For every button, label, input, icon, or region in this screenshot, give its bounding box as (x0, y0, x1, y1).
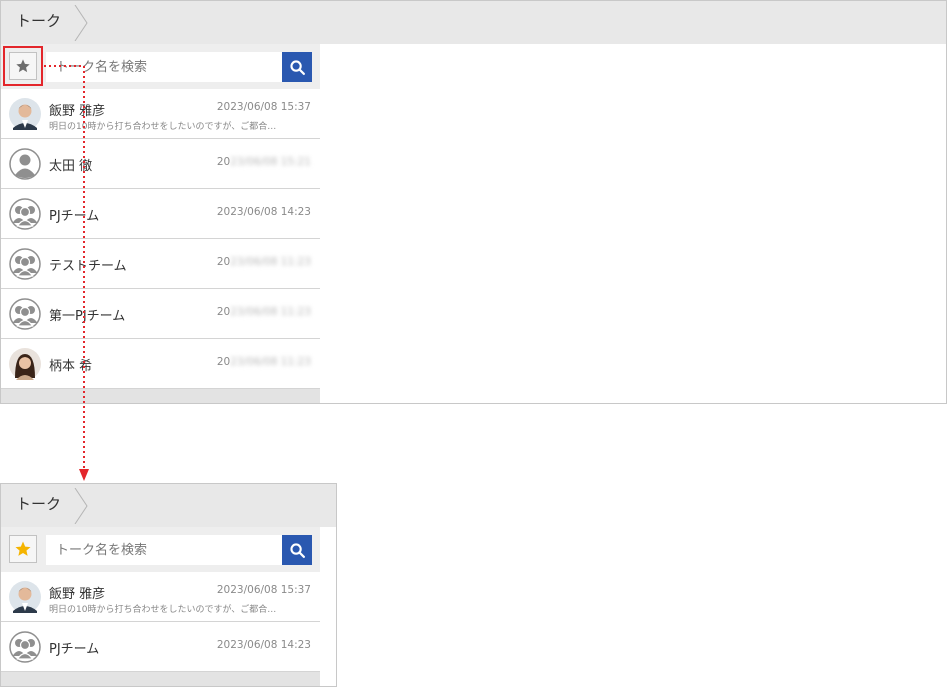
talk-list: 飯野 雅彦 2023/06/08 15:37 明日の10時から打ち合わせをしたい… (1, 89, 320, 389)
talk-window-after: トーク トーク名を検索 飯野 雅彦 2023/06/08 15:37 明日の10… (0, 483, 337, 687)
talk-item[interactable]: 飯野 雅彦 2023/06/08 15:37 明日の10時から打ち合わせをしたい… (1, 89, 320, 139)
talk-preview: 明日の10時から打ち合わせをしたいのですが、ご都合… (49, 122, 277, 132)
talk-date: 2023/06/08 14:23 (216, 639, 311, 651)
search-button[interactable] (282, 535, 312, 565)
talk-date: 2023/06/08 14:23 (216, 206, 311, 218)
talk-name: PJチーム (49, 642, 100, 657)
talk-date: 2023/06/08 11:23 (216, 306, 311, 318)
talk-window-before: トーク トーク名を検索 飯野 雅彦 2023/06/08 15:37 明日の10… (0, 0, 947, 404)
talk-name: 太田 徹 (49, 159, 93, 174)
talk-item[interactable]: 太田 徹 2023/06/08 15:21 (1, 139, 320, 189)
avatar-group-icon (9, 298, 41, 330)
talk-content-area (321, 44, 946, 403)
talk-date: 2023/06/08 11:23 (216, 256, 311, 268)
avatar-group-icon (9, 198, 41, 230)
avatar-person-icon (9, 148, 41, 180)
talk-date: 2023/06/08 15:21 (216, 156, 311, 168)
search-input[interactable] (46, 52, 282, 82)
talk-sidebar: 飯野 雅彦 2023/06/08 15:37 明日の10時から打ち合わせをしたい… (1, 44, 320, 403)
talk-sidebar: 飯野 雅彦 2023/06/08 15:37 明日の10時から打ち合わせをしたい… (1, 527, 320, 686)
talk-item[interactable]: 柄本 希 2023/06/08 11:23 (1, 339, 320, 389)
search-icon (289, 59, 305, 75)
search-bar (1, 527, 320, 572)
avatar-group-icon (9, 248, 41, 280)
header-bar: トーク (1, 1, 946, 44)
chevron-right-icon (74, 488, 88, 524)
search-button[interactable] (282, 52, 312, 82)
avatar-photo-man (9, 581, 41, 613)
talk-name: 第一PJチーム (49, 309, 126, 324)
talk-item[interactable]: PJチーム 2023/06/08 14:23 (1, 622, 320, 672)
talk-content-area (321, 527, 336, 686)
chevron-right-icon (74, 5, 88, 41)
avatar-group-icon (9, 631, 41, 663)
talk-name: PJチーム (49, 209, 100, 224)
star-icon-active (15, 541, 31, 556)
talk-name: 飯野 雅彦 (49, 104, 106, 119)
talk-item[interactable]: PJチーム 2023/06/08 14:23 (1, 189, 320, 239)
talk-item[interactable]: 飯野 雅彦 2023/06/08 15:37 明日の10時から打ち合わせをしたい… (1, 572, 320, 622)
avatar-photo-man (9, 98, 41, 130)
page-title: トーク (16, 495, 62, 513)
avatar-photo-woman (9, 348, 41, 380)
talk-name: テストチーム (49, 259, 127, 274)
page-title: トーク (16, 12, 62, 30)
talk-date: 2023/06/08 15:37 (216, 101, 311, 113)
search-input[interactable] (46, 535, 282, 565)
highlight-box (3, 46, 43, 86)
talk-date: 2023/06/08 15:37 (216, 584, 311, 596)
favorite-filter-button-active[interactable] (9, 535, 37, 563)
talk-name: 柄本 希 (49, 359, 93, 374)
talk-list: 飯野 雅彦 2023/06/08 15:37 明日の10時から打ち合わせをしたい… (1, 572, 320, 672)
header-bar: トーク (1, 484, 336, 527)
talk-item[interactable]: 第一PJチーム 2023/06/08 11:23 (1, 289, 320, 339)
talk-item[interactable]: テストチーム 2023/06/08 11:23 (1, 239, 320, 289)
talk-name: 飯野 雅彦 (49, 587, 106, 602)
search-icon (289, 542, 305, 558)
talk-date: 2023/06/08 11:23 (216, 356, 311, 368)
search-bar (1, 44, 320, 89)
talk-preview: 明日の10時から打ち合わせをしたいのですが、ご都合… (49, 605, 277, 615)
